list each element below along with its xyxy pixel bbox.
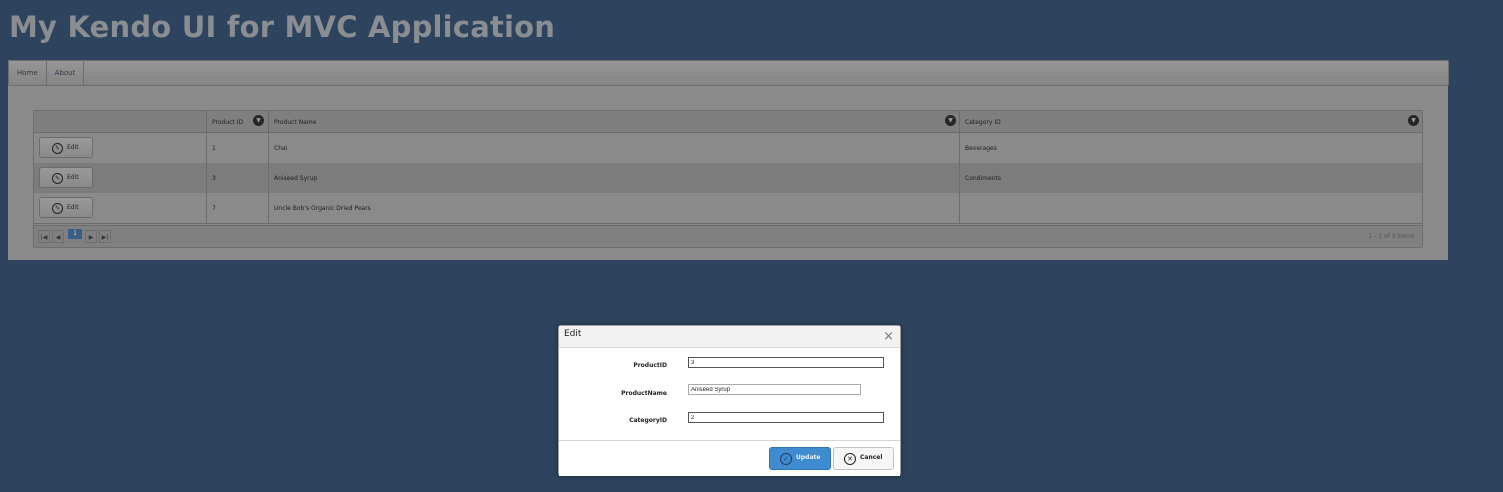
close-icon[interactable]: ×	[883, 330, 894, 343]
product-name-cell: Chai	[268, 133, 959, 163]
main-menu: Home About	[8, 60, 1449, 86]
column-header-label: Category ID	[965, 119, 1001, 126]
table-row: ✎ Edit 7 Uncle Bob's Organic Dried Pears	[34, 193, 1422, 224]
pencil-icon: ✎	[52, 143, 63, 154]
category-cell: Beverages	[959, 133, 1422, 163]
edit-button[interactable]: ✎ Edit	[39, 197, 93, 218]
dialog-title: Edit	[564, 329, 582, 339]
dialog-titlebar: Edit ×	[559, 326, 900, 348]
product-id-label: ProductID	[633, 362, 667, 369]
edit-label: Edit	[67, 174, 79, 181]
update-button[interactable]: ✓ Update	[769, 447, 831, 470]
update-label: Update	[796, 454, 821, 461]
product-id-cell: 7	[206, 193, 268, 223]
table-row: ✎ Edit 3 Aniseed Syrup Condiments	[34, 163, 1422, 194]
column-header-category-id[interactable]: Category ID ▼	[959, 111, 1422, 132]
products-grid: Product ID ▼ Product Name ▼ Category ID …	[33, 110, 1423, 248]
column-header-label: Product Name	[274, 119, 317, 126]
pager-last-icon[interactable]: ▶|	[99, 230, 111, 243]
edit-button[interactable]: ✎ Edit	[39, 167, 93, 188]
filter-icon[interactable]: ▼	[945, 115, 956, 126]
menu-item-home[interactable]: Home	[9, 61, 47, 85]
grid-header: Product ID ▼ Product Name ▼ Category ID …	[34, 111, 1422, 133]
filter-icon[interactable]: ▼	[1408, 115, 1419, 126]
category-id-input[interactable]	[688, 412, 884, 423]
pager-prev-icon[interactable]: ◀	[52, 230, 64, 243]
filter-icon[interactable]: ▼	[253, 115, 264, 126]
column-header-product-name[interactable]: Product Name ▼	[268, 111, 959, 132]
product-name-input[interactable]	[688, 384, 861, 395]
command-cell: ✎ Edit	[34, 163, 206, 193]
table-row: ✎ Edit 1 Chai Beverages	[34, 133, 1422, 164]
cancel-label: Cancel	[860, 454, 883, 461]
category-id-label: CategoryID	[629, 417, 667, 424]
product-id-cell: 1	[206, 133, 268, 163]
pencil-icon: ✎	[52, 203, 63, 214]
product-name-cell: Aniseed Syrup	[268, 163, 959, 193]
category-cell	[959, 193, 1422, 223]
check-icon: ✓	[780, 453, 792, 465]
pager-current-page[interactable]: 1	[68, 229, 82, 239]
pager-first-icon[interactable]: |◀	[38, 230, 50, 243]
edit-label: Edit	[67, 144, 79, 151]
pager-info: 1 - 3 of 3 items	[1368, 233, 1414, 240]
product-name-cell: Uncle Bob's Organic Dried Pears	[268, 193, 959, 223]
product-id-input[interactable]	[688, 357, 884, 368]
edit-dialog: Edit × ProductID ProductName CategoryID …	[558, 325, 901, 476]
product-name-label: ProductName	[621, 390, 667, 397]
product-id-cell: 3	[206, 163, 268, 193]
pencil-icon: ✎	[52, 173, 63, 184]
edit-button[interactable]: ✎ Edit	[39, 137, 93, 158]
dialog-footer: ✓ Update ✕ Cancel	[559, 440, 900, 476]
category-cell: Condiments	[959, 163, 1422, 193]
cancel-icon: ✕	[844, 453, 856, 465]
column-header-command	[34, 111, 206, 132]
edit-label: Edit	[67, 204, 79, 211]
pager-next-icon[interactable]: ▶	[85, 230, 97, 243]
main-panel: Home About Product ID ▼ Product Name ▼ C…	[8, 60, 1449, 260]
command-cell: ✎ Edit	[34, 133, 206, 163]
menu-item-about[interactable]: About	[47, 61, 85, 85]
cancel-button[interactable]: ✕ Cancel	[833, 447, 894, 470]
command-cell: ✎ Edit	[34, 193, 206, 223]
app-title: My Kendo UI for MVC Application	[9, 10, 556, 44]
column-header-label: Product ID	[212, 119, 244, 126]
grid-pager: |◀ ◀ 1 ▶ ▶| 1 - 3 of 3 items	[34, 225, 1422, 247]
column-header-product-id[interactable]: Product ID ▼	[206, 111, 268, 132]
